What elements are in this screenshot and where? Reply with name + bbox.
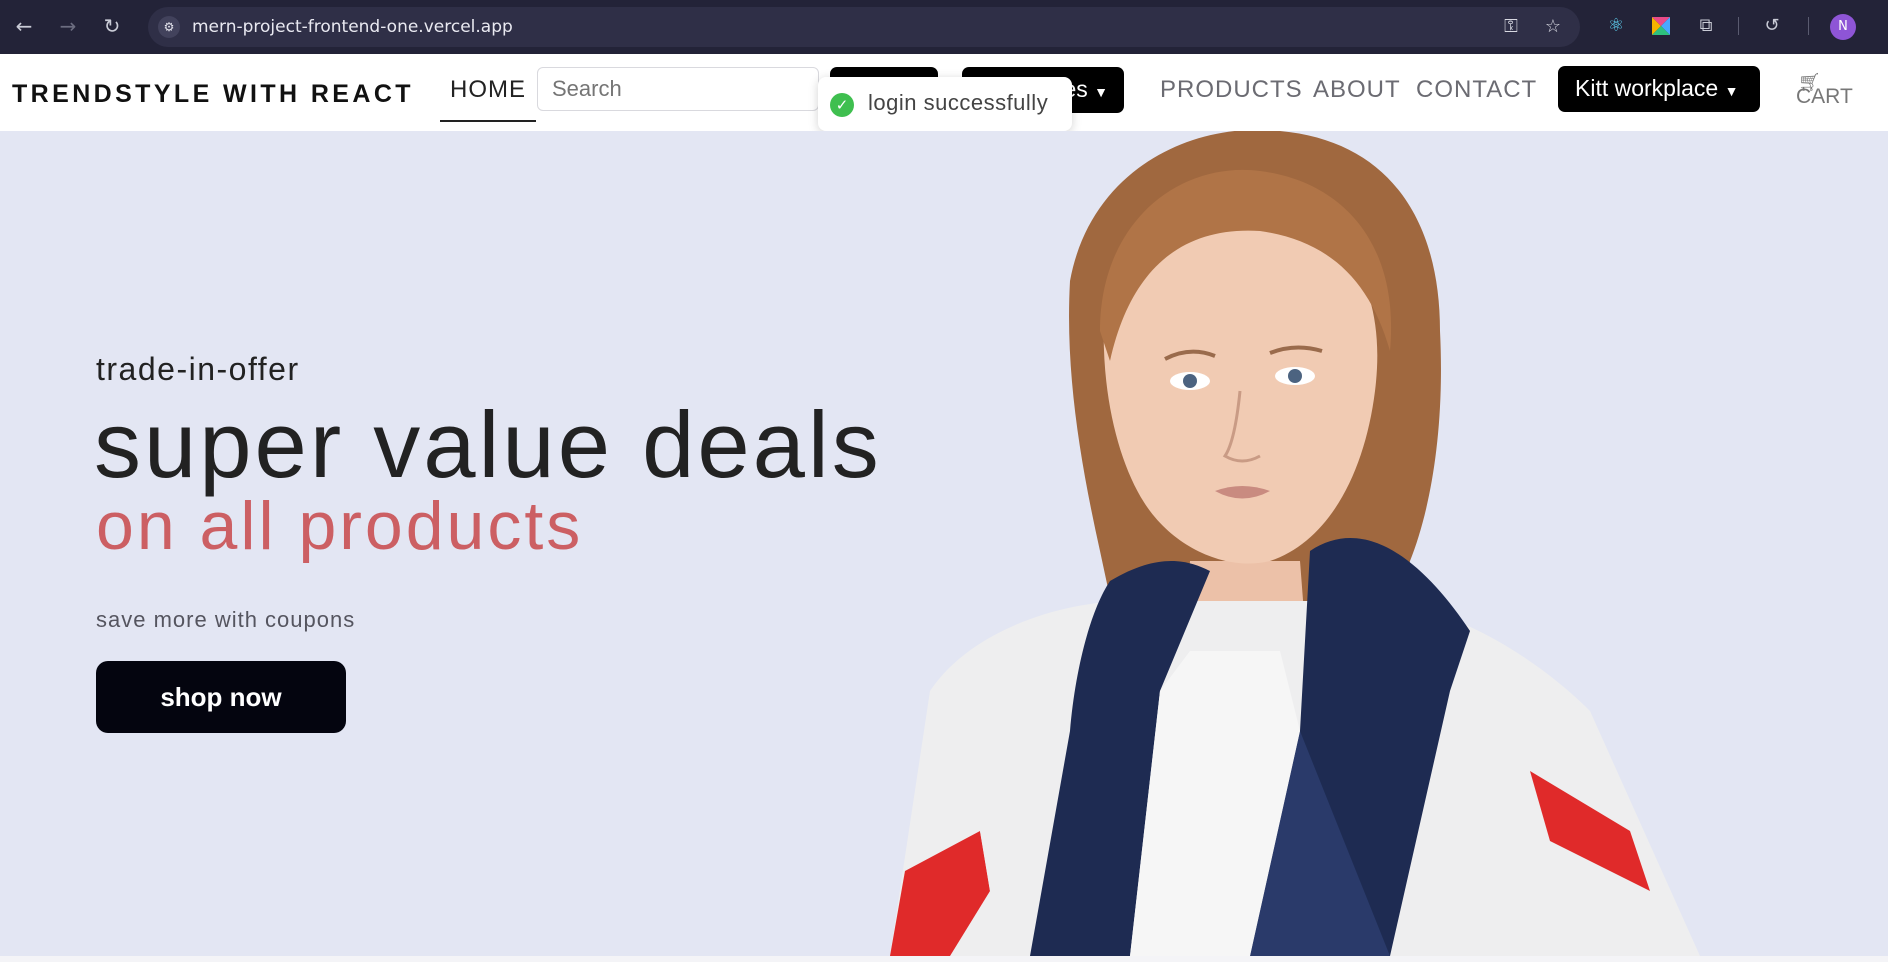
nav-products-link[interactable]: PRODUCTS bbox=[1160, 76, 1303, 104]
hero-subtitle: trade-in-offer bbox=[96, 351, 300, 387]
bookmark-star-icon[interactable]: ☆ bbox=[1542, 16, 1564, 38]
extensions-puzzle-icon[interactable]: ⧉ bbox=[1694, 14, 1718, 38]
toast-message: login successfully bbox=[868, 90, 1049, 115]
success-check-icon: ✓ bbox=[830, 93, 854, 117]
react-devtools-icon[interactable]: ⚛ bbox=[1604, 14, 1628, 38]
back-arrow-icon[interactable]: ← bbox=[12, 14, 36, 38]
history-icon[interactable]: ↺ bbox=[1760, 14, 1784, 38]
password-key-icon[interactable]: ⚿ bbox=[1500, 16, 1522, 38]
workplace-dropdown-label: Kitt workplace bbox=[1575, 75, 1719, 101]
page-bottom-edge bbox=[0, 956, 1888, 962]
browser-toolbar: ← → ↻ ⚙ mern-project-frontend-one.vercel… bbox=[0, 0, 1888, 54]
nav-contact-link[interactable]: CONTACT bbox=[1416, 76, 1537, 104]
nav-about-link[interactable]: ABOUT bbox=[1313, 76, 1401, 104]
site-info-icon[interactable]: ⚙ bbox=[158, 16, 180, 38]
login-success-toast[interactable]: ✓ login successfully bbox=[818, 77, 1072, 131]
hero-caption: save more with coupons bbox=[96, 607, 356, 632]
workplace-dropdown-button[interactable]: Kitt workplace ▼ bbox=[1558, 66, 1760, 112]
address-bar[interactable]: ⚙ mern-project-frontend-one.vercel.app ⚿… bbox=[148, 7, 1580, 47]
caret-down-icon: ▼ bbox=[1724, 83, 1739, 99]
toolbar-divider bbox=[1738, 17, 1739, 35]
hero-section: trade-in-offer super value deals on all … bbox=[0, 131, 1888, 956]
colorful-extension-icon[interactable] bbox=[1649, 14, 1673, 38]
profile-avatar[interactable]: N bbox=[1830, 14, 1856, 40]
hero-accent-title: on all products bbox=[96, 488, 584, 564]
brand-logo-text[interactable]: TRENDSTYLE WITH REACT bbox=[12, 80, 414, 109]
hero-model-image bbox=[890, 131, 1700, 956]
toolbar-divider bbox=[1808, 17, 1809, 35]
nav-cart-link[interactable]: CART bbox=[1796, 85, 1853, 109]
search-input[interactable] bbox=[537, 67, 819, 111]
caret-down-icon: ▼ bbox=[1094, 84, 1108, 100]
shop-now-button[interactable]: shop now bbox=[96, 661, 346, 733]
forward-arrow-icon[interactable]: → bbox=[56, 14, 80, 38]
active-nav-underline bbox=[440, 120, 536, 122]
hero-title: super value deals bbox=[94, 392, 882, 497]
nav-home-link[interactable]: HOME bbox=[450, 76, 526, 104]
url-text[interactable]: mern-project-frontend-one.vercel.app bbox=[192, 17, 513, 37]
reload-icon[interactable]: ↻ bbox=[100, 14, 124, 38]
